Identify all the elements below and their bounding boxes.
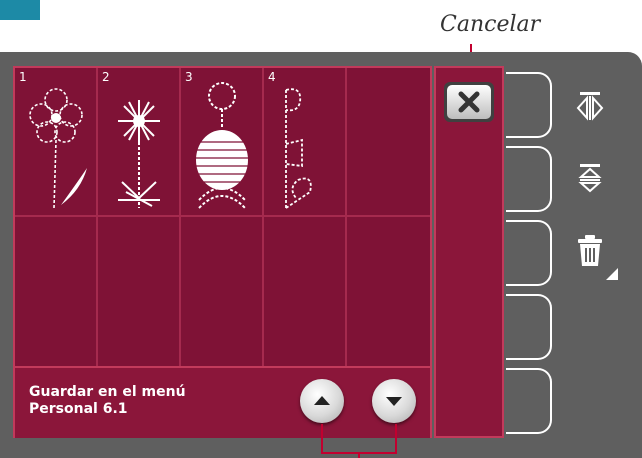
stitch-cell-3[interactable]: 3: [181, 68, 264, 217]
stitch-cell-8[interactable]: [181, 217, 264, 366]
stitch-cell-7[interactable]: [98, 217, 181, 366]
side-button-1[interactable]: [506, 72, 552, 138]
flower-stitch-icon: [29, 88, 87, 209]
arrows-callout-line: [321, 424, 323, 454]
letter-stitch-icon: [285, 88, 312, 209]
cancel-callout-label: Cancelar: [440, 12, 541, 37]
mirror-side-icon[interactable]: [572, 88, 608, 124]
stitch-cell-10[interactable]: [347, 217, 430, 366]
trash-icon[interactable]: [572, 232, 608, 268]
arrows-callout-line: [358, 452, 360, 458]
save-menu-line1: Guardar en el menú: [29, 384, 186, 400]
stitch-cell-2[interactable]: 2: [98, 68, 181, 217]
personal-menu-panel: 1 2 3 4 Guardar en el menú Personal 6.1: [13, 66, 432, 438]
stitch-cell-5[interactable]: [347, 68, 430, 217]
stitch-cell-6[interactable]: [15, 217, 98, 366]
side-button-3[interactable]: [506, 220, 552, 286]
stitch-grid: 1 2 3 4: [15, 68, 430, 366]
side-button-2[interactable]: [506, 146, 552, 212]
side-button-4[interactable]: [506, 294, 552, 360]
save-menu-line2: Personal 6.1: [29, 401, 128, 417]
arrows-callout-line: [395, 424, 397, 454]
side-button-5[interactable]: [506, 368, 552, 434]
mirror-end-icon[interactable]: [572, 160, 608, 196]
starflower-stitch-icon: [118, 100, 160, 208]
scroll-down-button[interactable]: [372, 379, 416, 423]
stitch-cell-1[interactable]: 1: [15, 68, 98, 217]
cancel-button[interactable]: [444, 82, 494, 122]
scroll-up-button[interactable]: [300, 379, 344, 423]
arrow-down-icon: [386, 397, 402, 406]
save-menu-text: Guardar en el menú Personal 6.1: [29, 384, 186, 418]
save-bar: Guardar en el menú Personal 6.1: [15, 366, 430, 438]
arrow-up-icon: [314, 396, 330, 405]
submenu-indicator-icon: [606, 268, 618, 280]
corner-color-square: [0, 0, 40, 20]
close-icon: [458, 91, 480, 113]
stitch-cell-4[interactable]: 4: [264, 68, 347, 217]
bead-stitch-icon: [196, 82, 248, 209]
stitch-cell-9[interactable]: [264, 217, 347, 366]
